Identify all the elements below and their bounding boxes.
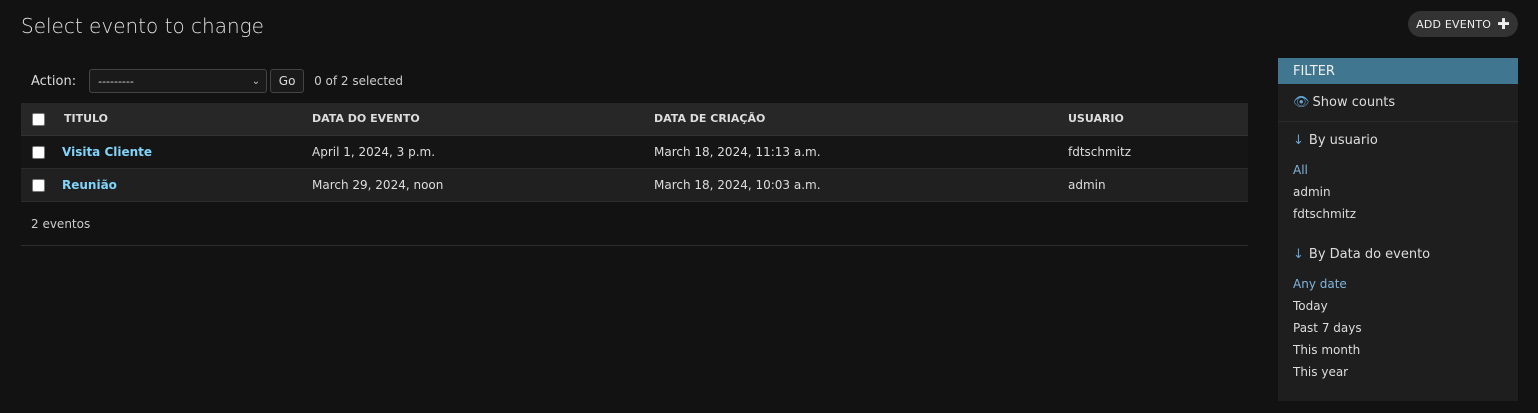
data-evento-cell: April 1, 2024, 3 p.m. [312, 135, 654, 169]
arrow-down-icon: ↓ [1293, 246, 1304, 262]
chevron-down-icon: ⌄ [251, 75, 261, 87]
filter-panel: FILTER 👁 Show counts ↓ By usuario All ad… [1278, 58, 1518, 401]
data-criacao-cell: March 18, 2024, 11:13 a.m. [654, 135, 1068, 169]
filter-group-label: By usuario [1308, 132, 1378, 148]
filter-option-admin[interactable]: admin [1293, 181, 1518, 203]
go-button[interactable]: Go [270, 69, 305, 93]
filter-group-usuario-title: ↓ By usuario [1278, 131, 1518, 149]
action-bar: Action: --------- ⌄ Go 0 of 2 selected [21, 67, 1248, 95]
column-header-titulo[interactable]: TITULO [62, 103, 312, 136]
add-evento-button[interactable]: ADD EVENTO ✚ [1408, 11, 1518, 37]
evento-link[interactable]: Visita Cliente [62, 145, 152, 159]
row-checkbox-cell [21, 168, 62, 202]
filter-title: FILTER [1278, 58, 1518, 84]
show-counts-label: Show counts [1312, 95, 1396, 110]
plus-icon: ✚ [1497, 14, 1510, 33]
data-criacao-cell: March 18, 2024, 10:03 a.m. [654, 168, 1068, 202]
select-all-checkbox[interactable] [32, 112, 45, 126]
results-table: TITULO DATA DO EVENTO DATA DE CRIAÇÃO US… [21, 103, 1248, 202]
column-header-data-evento[interactable]: DATA DO EVENTO [312, 103, 654, 136]
column-header-usuario[interactable]: USUARIO [1068, 103, 1248, 136]
filter-group-label: By Data do evento [1308, 246, 1431, 262]
page-title: Select evento to change [21, 14, 264, 38]
row-checkbox[interactable] [32, 145, 45, 159]
action-select[interactable]: --------- ⌄ [89, 69, 268, 93]
table-row: Reunião March 29, 2024, noon March 18, 2… [21, 168, 1248, 202]
column-header-data-criacao[interactable]: DATA DE CRIAÇÃO [654, 103, 1068, 136]
table-row: Visita Cliente April 1, 2024, 3 p.m. Mar… [21, 135, 1248, 169]
filter-option-past-7-days[interactable]: Past 7 days [1293, 317, 1518, 339]
filter-option-this-month[interactable]: This month [1293, 339, 1518, 361]
filter-data-evento-list: Any date Today Past 7 days This month Th… [1278, 273, 1518, 383]
show-counts-link[interactable]: 👁 Show counts [1278, 84, 1518, 122]
usuario-cell: admin [1068, 168, 1248, 202]
filter-group-data-evento-title: ↓ By Data do evento [1278, 245, 1518, 263]
filter-usuario-list: All admin fdtschmitz [1278, 159, 1518, 225]
eye-icon: 👁 [1293, 95, 1310, 110]
arrow-down-icon: ↓ [1293, 132, 1304, 148]
filter-option-this-year[interactable]: This year [1293, 361, 1518, 383]
selection-counter: 0 of 2 selected [314, 74, 404, 88]
evento-link[interactable]: Reunião [62, 178, 117, 192]
row-checkbox-cell [21, 135, 62, 169]
data-evento-cell: March 29, 2024, noon [312, 168, 654, 202]
usuario-cell: fdtschmitz [1068, 135, 1248, 169]
filter-option-today[interactable]: Today [1293, 295, 1518, 317]
table-header-row: TITULO DATA DO EVENTO DATA DE CRIAÇÃO US… [21, 103, 1248, 136]
result-count: 2 eventos [21, 203, 1248, 246]
select-all-cell [21, 103, 62, 136]
add-evento-label: ADD EVENTO [1416, 17, 1492, 31]
titulo-cell: Reunião [62, 168, 312, 202]
action-label: Action: [31, 73, 77, 89]
filter-option-all[interactable]: All [1293, 159, 1518, 181]
filter-option-any-date[interactable]: Any date [1293, 273, 1518, 295]
row-checkbox[interactable] [32, 178, 45, 192]
titulo-cell: Visita Cliente [62, 135, 312, 169]
action-select-value: --------- [98, 74, 134, 88]
filter-option-fdtschmitz[interactable]: fdtschmitz [1293, 203, 1518, 225]
